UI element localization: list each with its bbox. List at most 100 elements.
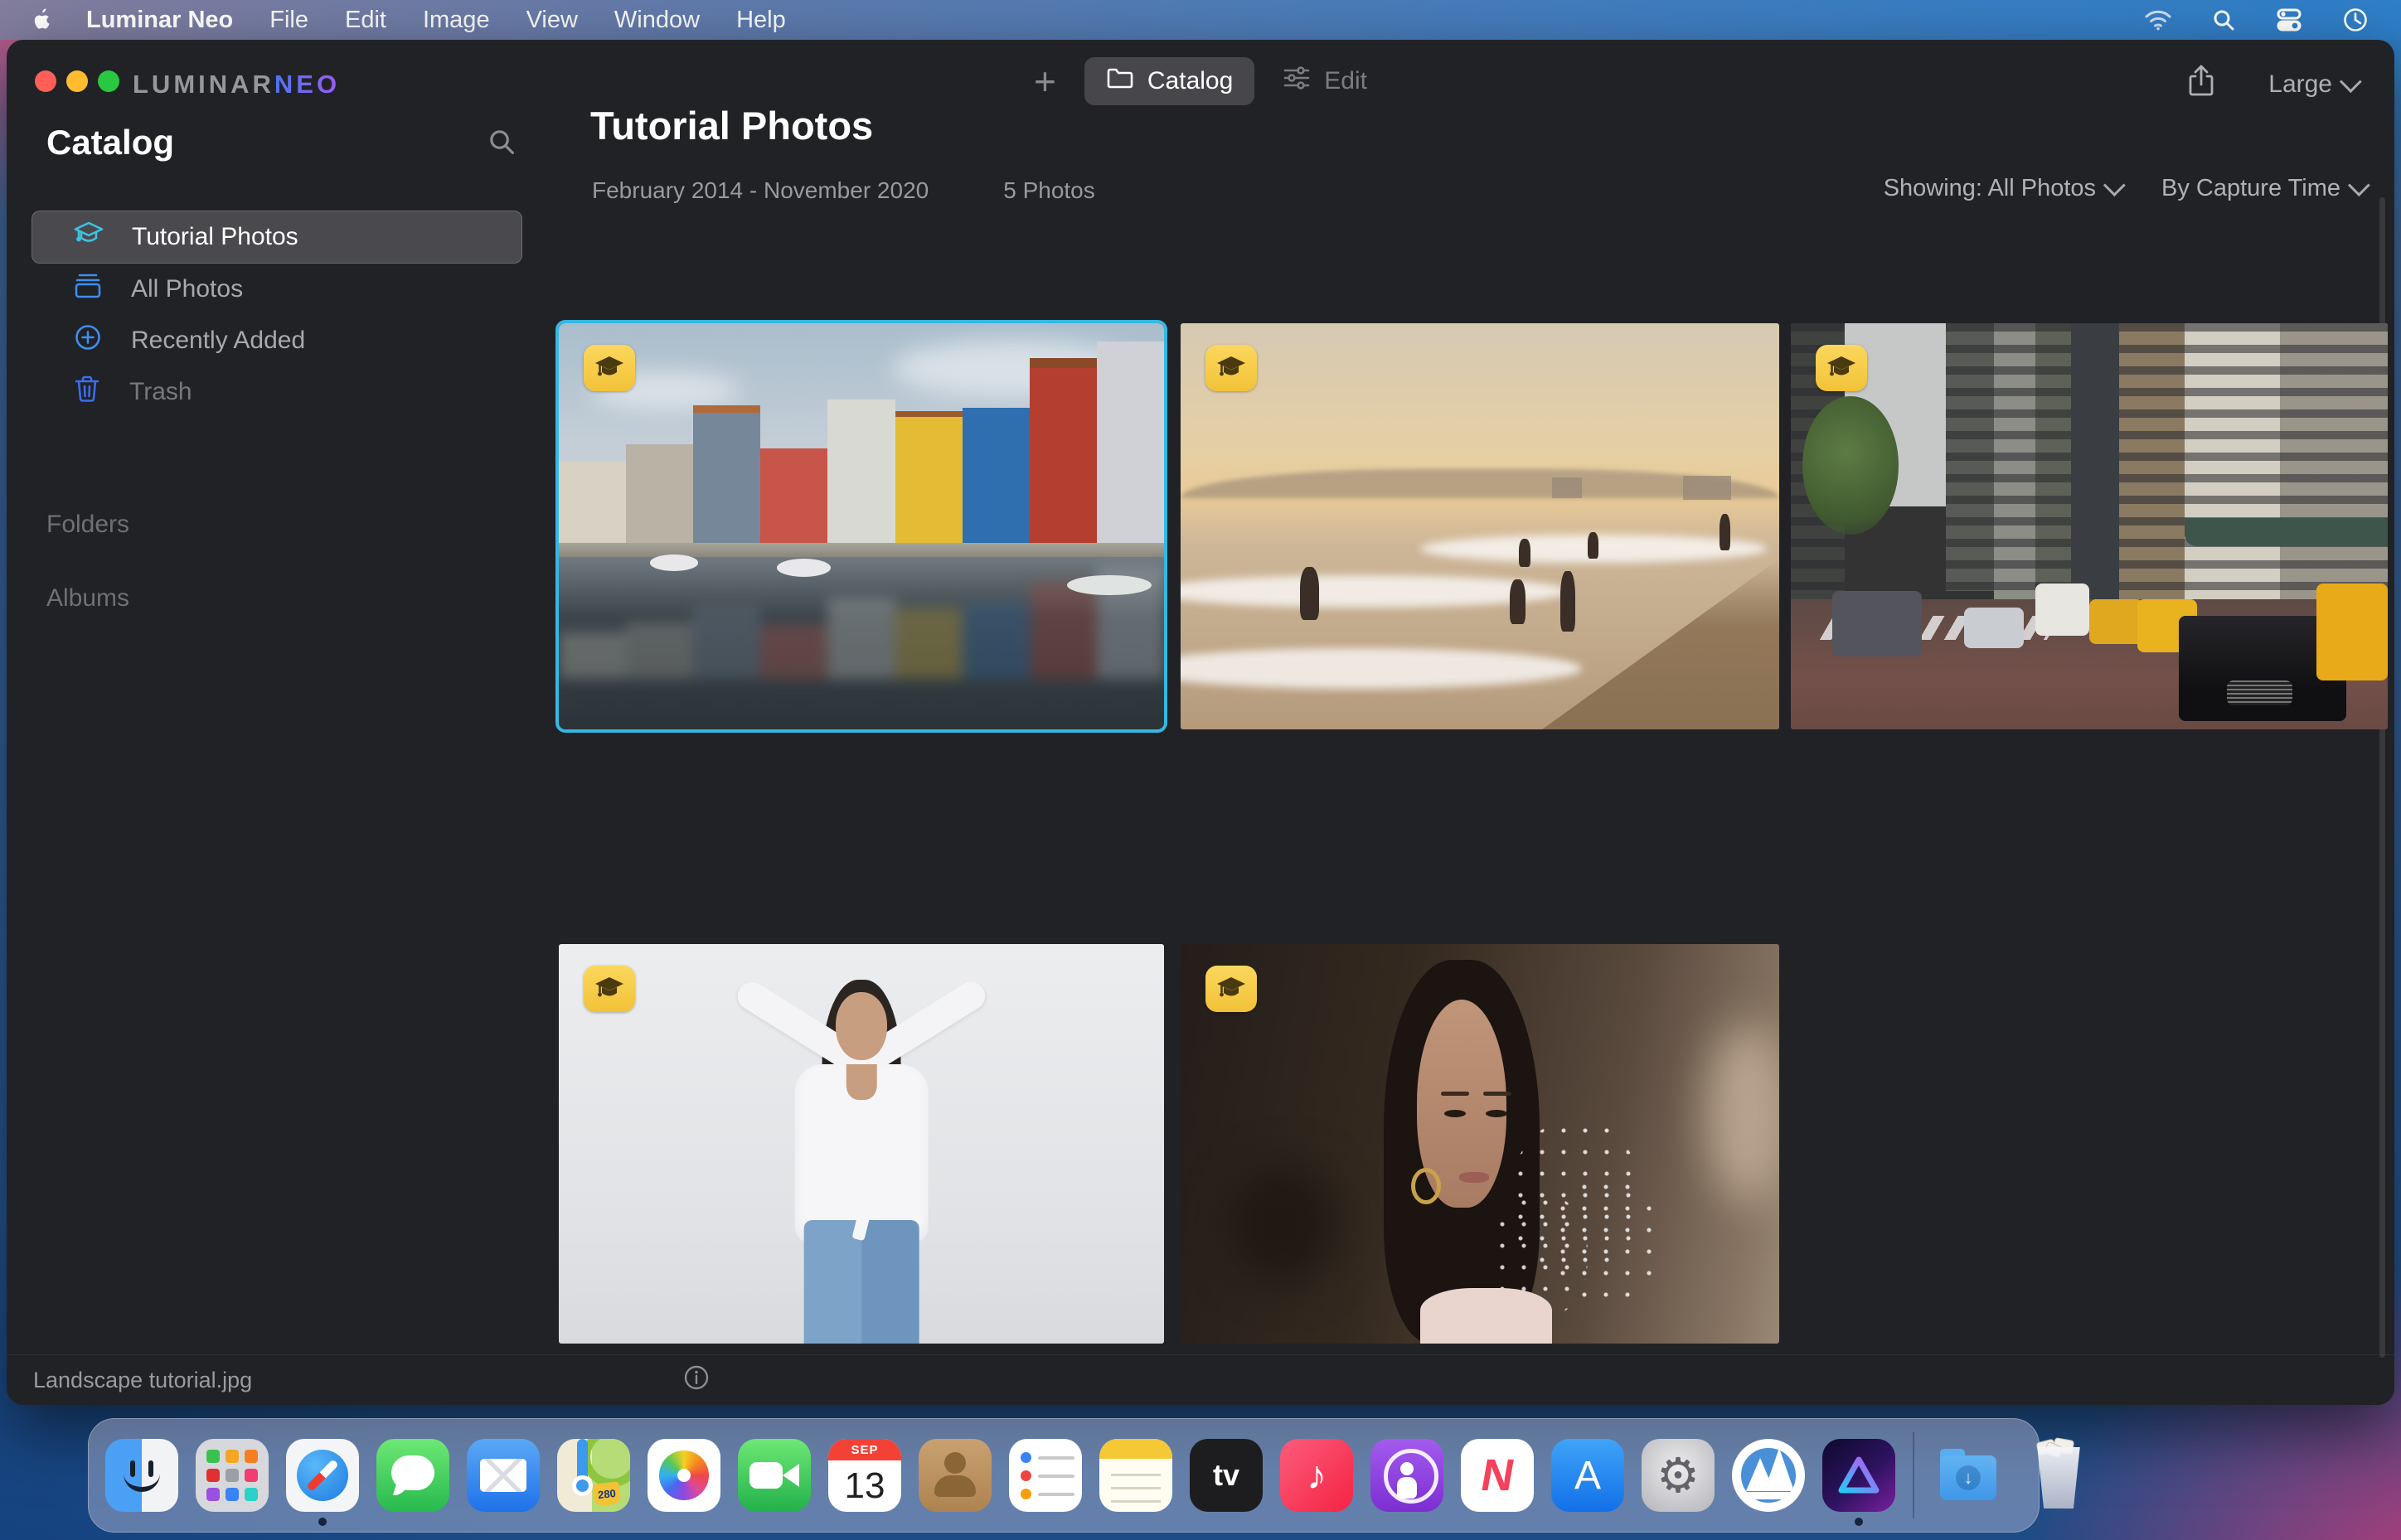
contacts-silhouette-head <box>944 1452 966 1474</box>
chevron-down-icon <box>2339 70 2362 94</box>
photo-art-top <box>1419 1287 1552 1344</box>
thumbnail-size-label: Large <box>2268 70 2332 98</box>
dock-facetime-icon[interactable] <box>738 1439 811 1512</box>
minimize-window-button[interactable] <box>66 70 88 92</box>
photo-art-earring <box>1410 1167 1441 1204</box>
trash-icon <box>73 375 101 409</box>
sidebar-item-all-photos[interactable]: All Photos <box>32 264 522 315</box>
photo-art-building <box>2119 323 2185 641</box>
mail-envelope <box>480 1459 526 1492</box>
dock-downloads-icon[interactable]: ↓ <box>1932 1439 2005 1512</box>
sidebar-item-trash[interactable]: Trash <box>32 366 522 418</box>
sidebar-item-recently-added[interactable]: Recently Added <box>32 315 522 366</box>
photo-art-awning <box>2185 518 2388 547</box>
info-icon[interactable] <box>683 1364 710 1397</box>
tab-catalog[interactable]: Catalog <box>1084 57 1255 105</box>
thumbnail-size-selector[interactable]: Large <box>2268 70 2362 99</box>
dock-music-icon[interactable]: ♪ <box>1280 1439 1353 1512</box>
sidebar-section-albums[interactable]: Albums <box>46 584 522 613</box>
dock-notes-icon[interactable] <box>1099 1439 1172 1512</box>
tab-edit[interactable]: Edit <box>1283 65 1367 97</box>
dock-safari-icon[interactable] <box>286 1439 359 1512</box>
maps-location-dot <box>572 1475 593 1496</box>
notes-header <box>1099 1439 1172 1459</box>
dock-calendar-icon[interactable]: SEP 13 <box>828 1439 901 1512</box>
podcasts-person-body <box>1397 1477 1417 1499</box>
zoom-window-button[interactable] <box>98 70 119 92</box>
dock-luminar-icon[interactable] <box>1732 1439 1805 1512</box>
folder-icon <box>1106 66 1134 96</box>
photo-art-person <box>1510 579 1525 624</box>
news-glyph: N <box>1477 1450 1518 1500</box>
dock-contacts-icon[interactable] <box>919 1439 992 1512</box>
add-photos-button[interactable]: + <box>1034 57 1056 105</box>
dock-maps-icon[interactable]: 280 <box>557 1439 630 1512</box>
calendar-day: 13 <box>844 1465 885 1506</box>
sidebar-title: Catalog <box>46 123 175 162</box>
dock-trash-icon[interactable] <box>2022 1437 2095 1512</box>
sort-filter-dropdown[interactable]: By Capture Time <box>2161 174 2370 202</box>
photo-art-reflection <box>559 557 1164 679</box>
menu-item-help[interactable]: Help <box>736 7 786 34</box>
sidebar-section-folders[interactable]: Folders <box>46 511 522 539</box>
photo-art-building <box>1993 323 2036 608</box>
dock-luminar-neo-icon[interactable] <box>1822 1439 1895 1512</box>
control-center-icon[interactable] <box>2275 8 2303 31</box>
tutorial-badge <box>1205 345 1257 391</box>
close-window-button[interactable] <box>35 70 56 92</box>
sidebar-item-tutorial-photos[interactable]: Tutorial Photos <box>32 211 522 264</box>
photo-art-bokeh <box>1228 1164 1336 1284</box>
search-icon[interactable] <box>2212 8 2235 31</box>
showing-filter-dropdown[interactable]: Showing: All Photos <box>1884 174 2126 202</box>
photo-art-eyebrow <box>1482 1092 1511 1097</box>
photo-count: 5 Photos <box>1003 177 1095 203</box>
dock-separator <box>1913 1432 1914 1518</box>
dock-messages-icon[interactable] <box>376 1439 449 1512</box>
menu-item-file[interactable]: File <box>269 7 308 34</box>
sidebar-search-icon[interactable] <box>487 128 516 160</box>
wifi-icon[interactable] <box>2144 9 2172 31</box>
menu-item-image[interactable]: Image <box>423 7 490 34</box>
dock-finder-icon[interactable] <box>105 1439 178 1512</box>
photo-thumbnail-studio-model[interactable] <box>559 944 1164 1344</box>
tutorial-badge <box>1205 966 1257 1012</box>
photo-art-tree <box>1802 396 1899 535</box>
facetime-camera-body <box>749 1462 783 1489</box>
dock-appstore-icon[interactable]: A <box>1551 1439 1624 1512</box>
mode-tabs: + Catalog Edit <box>1034 57 1367 105</box>
share-icon[interactable] <box>2187 65 2215 104</box>
photo-thumbnail-city-street[interactable] <box>1791 323 2388 729</box>
photo-thumbnail-portrait-flower[interactable] <box>1181 944 1779 1344</box>
clock-icon[interactable] <box>2343 7 2368 32</box>
trash-bin <box>2037 1447 2080 1509</box>
photos-flower-center <box>677 1469 691 1482</box>
date-range: February 2014 - November 2020 <box>592 177 929 203</box>
dock-news-icon[interactable]: N <box>1461 1439 1534 1512</box>
dock-settings-icon[interactable]: ⚙ <box>1642 1439 1715 1512</box>
dock-podcasts-icon[interactable] <box>1370 1439 1443 1512</box>
appstore-glyph: A <box>1574 1453 1601 1498</box>
menu-item-view[interactable]: View <box>526 7 578 34</box>
window-titlebar: LUMINAR NEO + Catalog Edit Large <box>7 40 2394 123</box>
dock-mail-icon[interactable] <box>467 1439 540 1512</box>
menu-item-window[interactable]: Window <box>614 7 700 34</box>
photo-art-person <box>1518 538 1531 567</box>
menu-item-edit[interactable]: Edit <box>345 7 386 34</box>
dock-photos-icon[interactable] <box>648 1439 720 1512</box>
sort-filter-label: By Capture Time <box>2161 175 2340 201</box>
dock-reminders-icon[interactable] <box>1009 1439 1082 1512</box>
download-arrow-icon: ↓ <box>1956 1465 1981 1490</box>
dock-tv-icon[interactable]: tv <box>1190 1439 1263 1512</box>
tv-glyph: tv <box>1212 1458 1239 1492</box>
apple-logo-icon[interactable] <box>28 7 50 32</box>
collection-meta: February 2014 - November 2020 5 Photos <box>592 177 1095 204</box>
luminar-circle <box>1737 1444 1800 1507</box>
menu-app-name[interactable]: Luminar Neo <box>86 7 233 34</box>
photo-thumbnail-canal-houses[interactable] <box>555 320 1167 733</box>
photo-thumbnail-beach-sunset[interactable] <box>1181 323 1779 729</box>
music-note-glyph: ♪ <box>1307 1453 1327 1498</box>
app-logo: LUMINAR NEO <box>133 70 340 99</box>
dock-launchpad-icon[interactable] <box>196 1439 269 1512</box>
photo-art-boat <box>649 554 698 571</box>
podcasts-person-head <box>1400 1462 1414 1475</box>
